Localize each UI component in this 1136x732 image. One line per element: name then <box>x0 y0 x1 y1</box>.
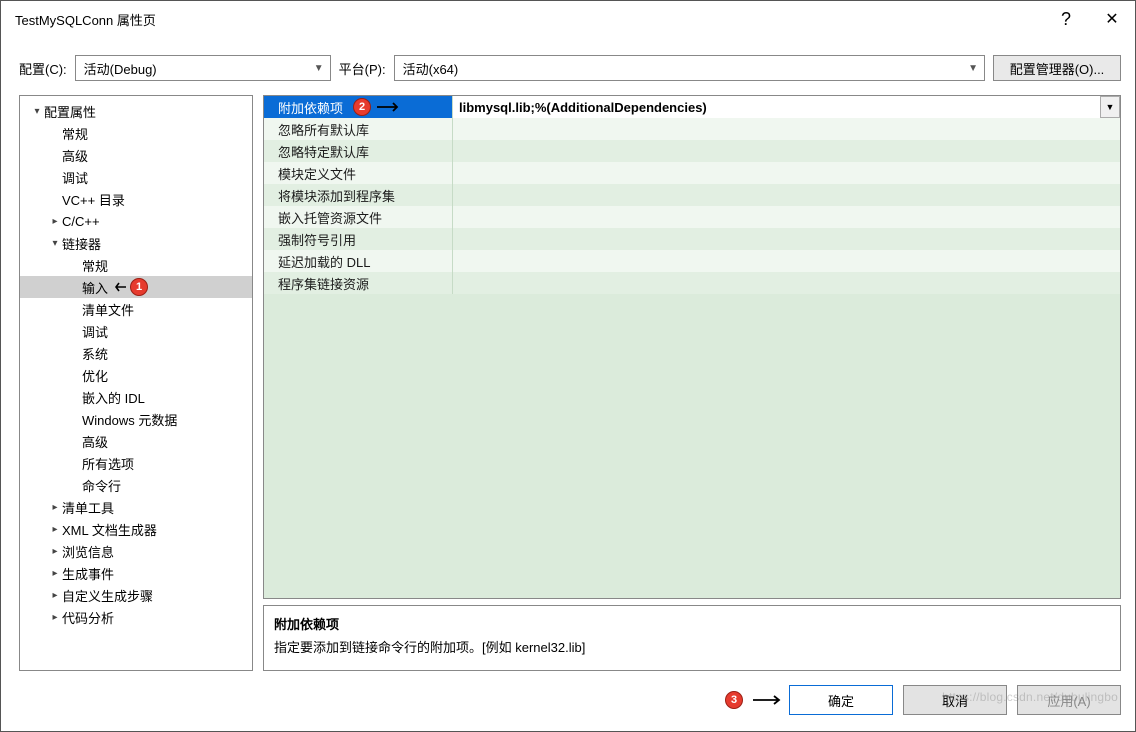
grid-row[interactable]: 强制符号引用 <box>264 228 1120 250</box>
config-value: 活动(Debug) <box>84 59 157 78</box>
chevron-down-icon: ▼ <box>314 63 324 74</box>
apply-button[interactable]: 应用(A) <box>1017 685 1121 715</box>
expand-icon: ▸ <box>48 502 62 513</box>
grid-row[interactable]: 嵌入托管资源文件 <box>264 206 1120 228</box>
chevron-down-icon: ▼ <box>968 63 978 74</box>
property-grid: 附加依赖项 2 libmysql.lib;%(AdditionalDepende… <box>263 95 1121 599</box>
platform-label: 平台(P): <box>339 59 386 78</box>
config-select[interactable]: 活动(Debug) ▼ <box>75 55 331 81</box>
help-button[interactable]: ? <box>1043 1 1089 37</box>
arrow-right-icon <box>377 102 401 112</box>
grid-row[interactable]: 忽略特定默认库 <box>264 140 1120 162</box>
expand-icon: ▸ <box>48 524 62 535</box>
titlebar: TestMySQLConn 属性页 ? ✕ <box>1 1 1135 37</box>
description-panel: 附加依赖项 指定要添加到链接命令行的附加项。[例如 kernel32.lib] <box>263 605 1121 671</box>
grid-row[interactable]: 程序集链接资源 <box>264 272 1120 294</box>
tree-item-linker-winmd[interactable]: Windows 元数据 <box>20 408 252 430</box>
tree-item-cpp[interactable]: ▸C/C++ <box>20 210 252 232</box>
grid-row-additional-deps[interactable]: 附加依赖项 2 libmysql.lib;%(AdditionalDepende… <box>264 96 1120 118</box>
expand-icon: ▾ <box>30 106 44 117</box>
cancel-button[interactable]: 取消 <box>903 685 1007 715</box>
tree-item-xmldoc[interactable]: ▸XML 文档生成器 <box>20 518 252 540</box>
expand-icon: ▸ <box>48 590 62 601</box>
expand-icon: ▸ <box>48 612 62 623</box>
platform-value: 活动(x64) <box>403 59 459 78</box>
tree-item-linker-optimize[interactable]: 优化 <box>20 364 252 386</box>
close-button[interactable]: ✕ <box>1089 1 1135 37</box>
tree-item-linker-manifest[interactable]: 清单文件 <box>20 298 252 320</box>
tree-root[interactable]: ▾配置属性 <box>20 100 252 122</box>
tree-item-general[interactable]: 常规 <box>20 122 252 144</box>
config-manager-button[interactable]: 配置管理器(O)... <box>993 55 1121 81</box>
tree-item-linker-advanced[interactable]: 高级 <box>20 430 252 452</box>
property-tree[interactable]: ▾配置属性 常规 高级 调试 VC++ 目录 ▸C/C++ ▾链接器 常规 输入… <box>19 95 253 671</box>
window-title: TestMySQLConn 属性页 <box>15 10 1043 29</box>
tree-item-linker-cmdline[interactable]: 命令行 <box>20 474 252 496</box>
main-area: ▾配置属性 常规 高级 调试 VC++ 目录 ▸C/C++ ▾链接器 常规 输入… <box>1 95 1135 685</box>
tree-item-linker-system[interactable]: 系统 <box>20 342 252 364</box>
grid-row[interactable]: 将模块添加到程序集 <box>264 184 1120 206</box>
tree-item-linker-debug[interactable]: 调试 <box>20 320 252 342</box>
tree-item-browse[interactable]: ▸浏览信息 <box>20 540 252 562</box>
grid-row[interactable]: 模块定义文件 <box>264 162 1120 184</box>
button-row: 3 确定 取消 应用(A) <box>1 685 1135 731</box>
expand-icon: ▾ <box>48 238 62 249</box>
tree-item-linker-idl[interactable]: 嵌入的 IDL <box>20 386 252 408</box>
tree-item-manifest-tool[interactable]: ▸清单工具 <box>20 496 252 518</box>
expand-icon: ▸ <box>48 568 62 579</box>
tree-item-debug[interactable]: 调试 <box>20 166 252 188</box>
grid-value-additional-deps[interactable]: libmysql.lib;%(AdditionalDependencies) <box>452 96 1100 118</box>
arrow-left-icon <box>112 282 126 292</box>
callout-1: 1 <box>130 278 148 296</box>
right-panel: 附加依赖项 2 libmysql.lib;%(AdditionalDepende… <box>263 95 1121 671</box>
ok-button[interactable]: 确定 <box>789 685 893 715</box>
tree-item-vcdirs[interactable]: VC++ 目录 <box>20 188 252 210</box>
tree-item-codeanalysis[interactable]: ▸代码分析 <box>20 606 252 628</box>
expand-icon: ▸ <box>48 546 62 557</box>
tree-item-advanced[interactable]: 高级 <box>20 144 252 166</box>
config-row: 配置(C): 活动(Debug) ▼ 平台(P): 活动(x64) ▼ 配置管理… <box>1 37 1135 95</box>
expand-icon: ▸ <box>48 216 62 227</box>
config-label: 配置(C): <box>19 59 67 78</box>
tree-item-custombuild[interactable]: ▸自定义生成步骤 <box>20 584 252 606</box>
grid-row[interactable]: 延迟加载的 DLL <box>264 250 1120 272</box>
callout-3: 3 <box>725 691 743 709</box>
tree-item-linker-all[interactable]: 所有选项 <box>20 452 252 474</box>
dropdown-button[interactable]: ▼ <box>1100 96 1120 118</box>
platform-select[interactable]: 活动(x64) ▼ <box>394 55 985 81</box>
grid-row[interactable]: 忽略所有默认库 <box>264 118 1120 140</box>
tree-item-linker-general[interactable]: 常规 <box>20 254 252 276</box>
callout-2: 2 <box>353 98 371 116</box>
tree-item-linker[interactable]: ▾链接器 <box>20 232 252 254</box>
tree-item-buildevents[interactable]: ▸生成事件 <box>20 562 252 584</box>
desc-body: 指定要添加到链接命令行的附加项。[例如 kernel32.lib] <box>274 637 1110 656</box>
arrow-right-icon <box>753 695 783 705</box>
desc-title: 附加依赖项 <box>274 614 1110 633</box>
tree-item-linker-input[interactable]: 输入 1 <box>20 276 252 298</box>
